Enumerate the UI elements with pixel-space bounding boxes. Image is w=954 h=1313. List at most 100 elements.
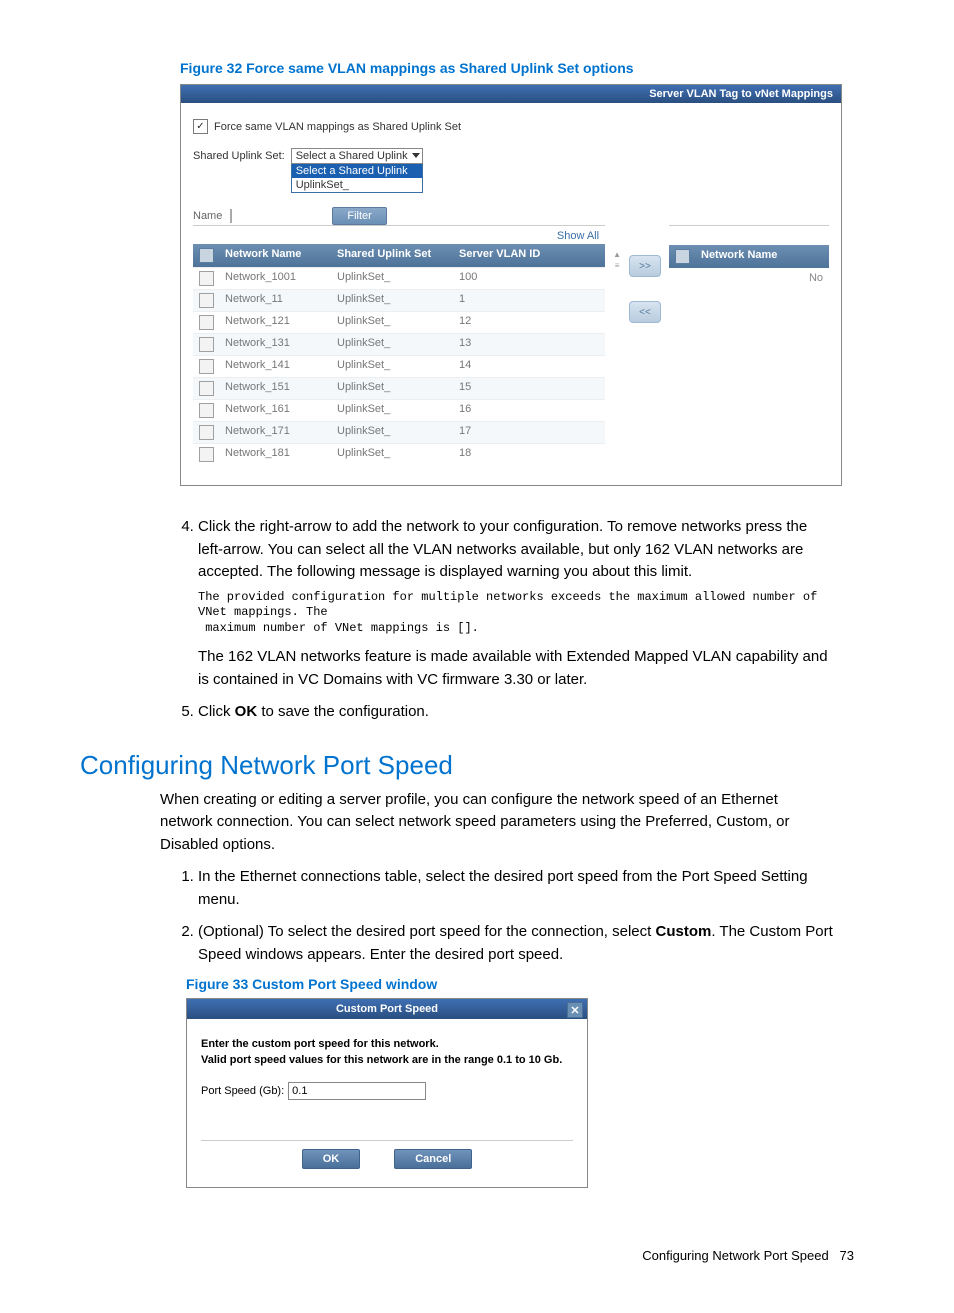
cell-sus: UplinkSet_ — [331, 312, 453, 333]
cell-vlan: 14 — [453, 356, 605, 377]
row-checkbox[interactable] — [199, 403, 214, 418]
step-5-post: to save the configuration. — [257, 703, 429, 720]
selected-networks-table: Network Name No — [669, 225, 829, 288]
table-row[interactable]: Network_131UplinkSet_13 — [193, 333, 605, 355]
right-table-header: Network Name — [669, 245, 829, 268]
name-label: Name — [193, 210, 222, 222]
cell-vlan: 15 — [453, 378, 605, 399]
col-sus: Shared Uplink Set — [331, 244, 453, 267]
cell-sus: UplinkSet_ — [331, 356, 453, 377]
cell-sus: UplinkSet_ — [331, 334, 453, 355]
cell-network-name: Network_151 — [219, 378, 331, 399]
port-speed-label: Port Speed (Gb): — [201, 1085, 284, 1097]
sus-option-2[interactable]: UplinkSet_ — [292, 178, 422, 192]
procedure-steps-4-5: Click the right-arrow to add the network… — [120, 516, 834, 724]
row-checkbox[interactable] — [199, 271, 214, 286]
right-empty-cell: No — [669, 268, 829, 288]
cell-vlan: 12 — [453, 312, 605, 333]
cell-sus: UplinkSet_ — [331, 422, 453, 443]
cell-vlan: 18 — [453, 444, 605, 465]
cell-vlan: 13 — [453, 334, 605, 355]
step-5-pre: Click — [198, 703, 235, 720]
force-vlan-checkbox[interactable]: ✓ — [193, 119, 208, 134]
show-all-link[interactable]: Show All — [193, 230, 605, 242]
cancel-button[interactable]: Cancel — [394, 1149, 472, 1169]
sus-dropdown: Select a Shared Uplink UplinkSet_ — [291, 163, 423, 193]
available-networks-table: Show All Network Name Shared Uplink Set … — [193, 225, 605, 465]
row-checkbox[interactable] — [199, 381, 214, 396]
table-row[interactable]: Network_161UplinkSet_16 — [193, 399, 605, 421]
step-4: Click the right-arrow to add the network… — [198, 516, 834, 691]
step-5: Click OK to save the configuration. — [198, 701, 834, 724]
table-row[interactable]: Network_171UplinkSet_17 — [193, 421, 605, 443]
cell-vlan: 100 — [453, 268, 605, 289]
table-row[interactable]: Network_121UplinkSet_12 — [193, 311, 605, 333]
row-checkbox[interactable] — [199, 359, 214, 374]
dialog-titlebar: Custom Port Speed ✕ — [187, 999, 587, 1019]
remove-arrow-button[interactable]: << — [629, 301, 661, 323]
close-icon[interactable]: ✕ — [567, 1002, 583, 1018]
table-row[interactable]: Network_151UplinkSet_15 — [193, 377, 605, 399]
cell-network-name: Network_171 — [219, 422, 331, 443]
cell-vlan: 1 — [453, 290, 605, 311]
table-row[interactable]: Network_1001UplinkSet_100 — [193, 267, 605, 289]
step-4-message: The provided configuration for multiple … — [198, 590, 834, 637]
cell-network-name: Network_181 — [219, 444, 331, 465]
cell-network-name: Network_121 — [219, 312, 331, 333]
step-4-text-b: The 162 VLAN networks feature is made av… — [198, 648, 828, 688]
sus-label: Shared Uplink Set: — [193, 148, 285, 162]
row-checkbox[interactable] — [199, 425, 214, 440]
shared-uplink-row: Shared Uplink Set: Select a Shared Uplin… — [193, 148, 829, 193]
table-row[interactable]: Network_181UplinkSet_18 — [193, 443, 605, 465]
cell-network-name: Network_11 — [219, 290, 331, 311]
page-footer: Configuring Network Port Speed 73 — [80, 1248, 874, 1263]
name-input[interactable] — [230, 209, 232, 223]
sus-option-1[interactable]: Select a Shared Uplink — [292, 164, 422, 178]
right-select-all-checkbox[interactable] — [675, 249, 690, 264]
col-network-name: Network Name — [219, 244, 331, 267]
cell-vlan: 16 — [453, 400, 605, 421]
ok-button[interactable]: OK — [302, 1149, 361, 1169]
right-col-network-name: Network Name — [695, 245, 829, 268]
section-title: Configuring Network Port Speed — [80, 750, 874, 781]
filter-button[interactable]: Filter — [332, 207, 386, 225]
cell-sus: UplinkSet_ — [331, 378, 453, 399]
cell-network-name: Network_131 — [219, 334, 331, 355]
row-checkbox[interactable] — [199, 337, 214, 352]
cell-network-name: Network_1001 — [219, 268, 331, 289]
row-checkbox[interactable] — [199, 293, 214, 308]
cell-network-name: Network_141 — [219, 356, 331, 377]
dialog-instruction: Enter the custom port speed for this net… — [201, 1037, 573, 1068]
col-vlan-id: Server VLAN ID — [453, 244, 605, 267]
force-vlan-checkbox-row: ✓ Force same VLAN mappings as Shared Upl… — [193, 119, 829, 134]
add-arrow-button[interactable]: >> — [629, 255, 661, 277]
cell-sus: UplinkSet_ — [331, 400, 453, 421]
sus-select[interactable]: Select a Shared Uplink — [291, 148, 423, 164]
ps-step-2-pre: (Optional) To select the desired port sp… — [198, 923, 656, 940]
custom-port-speed-dialog: Custom Port Speed ✕ Enter the custom por… — [186, 998, 588, 1188]
cell-vlan: 17 — [453, 422, 605, 443]
force-vlan-label: Force same VLAN mappings as Shared Uplin… — [214, 121, 461, 133]
select-all-checkbox[interactable] — [199, 248, 214, 263]
step-4-text-a: Click the right-arrow to add the network… — [198, 518, 807, 580]
step-5-bold: OK — [235, 703, 258, 720]
procedure-steps-1-2: In the Ethernet connections table, selec… — [120, 866, 834, 966]
section-intro-para: When creating or editing a server profil… — [160, 789, 834, 857]
ps-step-1: In the Ethernet connections table, selec… — [198, 866, 834, 911]
port-speed-input[interactable] — [288, 1082, 426, 1100]
row-checkbox[interactable] — [199, 447, 214, 462]
cell-network-name: Network_161 — [219, 400, 331, 421]
table-row[interactable]: Network_141UplinkSet_14 — [193, 355, 605, 377]
table-row[interactable]: Network_11UplinkSet_1 — [193, 289, 605, 311]
cell-sus: UplinkSet_ — [331, 290, 453, 311]
footer-text: Configuring Network Port Speed — [642, 1248, 828, 1263]
vlan-mapping-panel: Server VLAN Tag to vNet Mappings ✓ Force… — [180, 84, 842, 486]
cell-sus: UplinkSet_ — [331, 268, 453, 289]
figure33-caption: Figure 33 Custom Port Speed window — [186, 976, 874, 992]
figure32-caption: Figure 32 Force same VLAN mappings as Sh… — [180, 60, 874, 76]
scroll-indicator: ▲≡ — [613, 225, 621, 270]
footer-page: 73 — [840, 1248, 854, 1263]
cell-sus: UplinkSet_ — [331, 444, 453, 465]
row-checkbox[interactable] — [199, 315, 214, 330]
ps-step-2-bold: Custom — [656, 923, 712, 940]
